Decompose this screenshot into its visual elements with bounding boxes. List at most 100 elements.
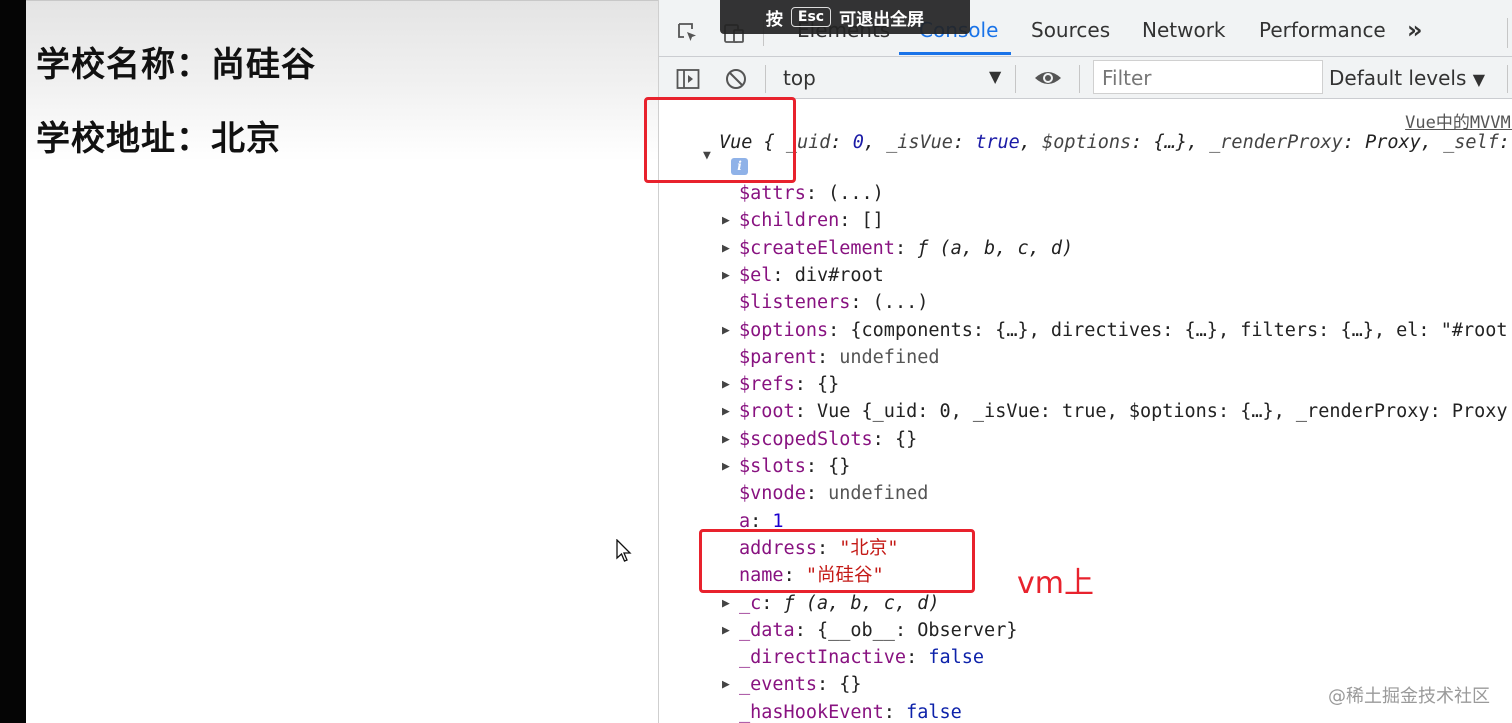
clear-console-icon[interactable] — [723, 66, 749, 92]
console-prop-row[interactable]: ▶ $children: [] — [722, 207, 884, 234]
live-expression-eye-icon[interactable] — [1033, 65, 1063, 91]
prop-key: $refs — [739, 374, 795, 396]
console-prop-row[interactable]: ▶ $refs: {} — [722, 371, 840, 398]
toolbar-separator-2 — [1015, 65, 1016, 93]
summary-val-uid: 0 — [852, 132, 864, 153]
console-prop-row[interactable]: ▶ _data: {__ob__: Observer} — [722, 617, 1018, 644]
prop-value: {} — [839, 674, 862, 696]
prop-key: $options — [739, 319, 829, 341]
context-selector[interactable]: top — [783, 66, 816, 90]
prop-key: $el — [739, 264, 773, 286]
highlight-box-data-props — [699, 529, 975, 593]
prop-colon: : — [805, 183, 829, 204]
prop-key: _c — [739, 592, 762, 614]
console-prop-row: $attrs: (...) — [739, 180, 884, 207]
prop-key: _hasHookEvent — [739, 701, 884, 723]
console-prop-row[interactable]: ▶ $options: {components: {…}, directives:… — [722, 317, 1508, 344]
school-name-heading: 学校名称：尚硅谷 — [36, 45, 316, 85]
inspect-element-icon[interactable] — [675, 20, 701, 46]
console-output: Vue中的MVVM. ▼ Vue { _uid: 0, _isVue: true… — [659, 100, 1512, 723]
prop-colon: : — [794, 374, 817, 396]
prop-value: div#root — [794, 264, 884, 286]
sidebar-toggle-icon[interactable] — [675, 66, 701, 92]
toolbar-separator — [765, 65, 766, 93]
expand-caret-icon[interactable]: ▶ — [722, 235, 730, 262]
source-file-link[interactable]: Vue中的MVVM. — [1405, 108, 1512, 133]
prop-colon: : — [805, 456, 829, 477]
prop-value: undefined — [828, 483, 929, 505]
console-prop-row: _hasHookEvent: false — [739, 699, 962, 723]
prop-value: undefined — [839, 346, 940, 368]
expand-caret-icon[interactable]: ▶ — [722, 426, 730, 453]
prop-value: (...) — [872, 292, 929, 314]
summary-key-self: _self — [1443, 132, 1499, 153]
summary-key-renderproxy: _renderProxy — [1209, 132, 1343, 153]
prop-colon: : — [906, 647, 929, 669]
prop-value: [] — [861, 210, 884, 232]
expand-caret-icon[interactable]: ▶ — [722, 617, 730, 644]
prop-value: (...) — [828, 183, 884, 204]
prop-key: $scopedSlots — [739, 428, 873, 450]
highlight-box-vue-object — [644, 97, 796, 183]
fullscreen-esc-banner: 按 Esc 可退出全屏 — [720, 0, 970, 34]
console-prop-row[interactable]: ▶ _events: {} — [722, 671, 862, 698]
prop-value: {} — [894, 428, 918, 450]
annotation-vm-label: vm上 — [1017, 566, 1094, 601]
tabbar-right-separator — [1507, 18, 1508, 48]
expand-caret-icon[interactable]: ▶ — [722, 398, 730, 425]
rendered-page: 学校名称：尚硅谷 学校地址：北京 — [26, 0, 658, 723]
expand-caret-icon[interactable]: ▶ — [722, 371, 730, 398]
prop-colon: : — [794, 619, 817, 641]
expand-caret-icon[interactable]: ▶ — [722, 317, 730, 344]
tab-sources[interactable]: Sources — [1031, 18, 1110, 42]
esc-banner-suffix: 可退出全屏 — [839, 9, 925, 30]
prop-value: {} — [816, 374, 840, 396]
prop-colon: : — [816, 346, 840, 368]
tab-performance[interactable]: Performance — [1259, 18, 1386, 42]
prop-colon: : — [828, 319, 851, 341]
vue-object-summary[interactable]: Vue { _uid: 0, _isVue: true, $options: {… — [719, 132, 1510, 153]
prop-key: _data — [739, 619, 795, 641]
prop-key: $parent — [739, 346, 817, 368]
prop-key: $root — [739, 401, 795, 423]
active-tab-underline — [899, 52, 1011, 55]
toolbar-right-separator — [1507, 65, 1508, 93]
console-prop-row[interactable]: ▶ $el: div#root — [722, 262, 884, 289]
prop-colon: : — [761, 592, 784, 614]
prop-key: $children — [739, 210, 840, 232]
console-prop-row[interactable]: ▶ $createElement: ƒ (a, b, c, d) — [722, 235, 1073, 262]
prop-value: ƒ (a, b, c, d) — [783, 592, 940, 614]
expand-caret-icon[interactable]: ▶ — [722, 590, 730, 617]
filter-input[interactable]: Filter — [1093, 60, 1323, 94]
prop-key: $slots — [739, 456, 806, 477]
context-dropdown-caret-icon[interactable]: ▼ — [989, 67, 1001, 86]
log-levels-dropdown[interactable]: Default levels ▼ — [1329, 66, 1485, 90]
console-prop-row[interactable]: ▶ _c: ƒ (a, b, c, d) — [722, 590, 940, 617]
console-toolbar: top ▼ Filter Default levels ▼ — [659, 57, 1512, 99]
prop-colon: : — [772, 264, 795, 286]
expand-caret-icon[interactable]: ▶ — [722, 671, 730, 698]
expand-caret-icon[interactable]: ▶ — [722, 262, 730, 289]
toolbar-separator-3 — [1079, 65, 1080, 93]
console-prop-row[interactable]: ▶ $root: Vue {_uid: 0, _isVue: true, $opt… — [722, 398, 1508, 425]
expand-caret-icon[interactable]: ▶ — [722, 207, 730, 234]
esc-key-badge: Esc — [790, 7, 832, 27]
console-prop-row: $vnode: undefined — [739, 480, 928, 507]
prop-value: {} — [828, 456, 851, 477]
filter-placeholder: Filter — [1102, 66, 1152, 90]
more-tabs-chevron-icon[interactable]: » — [1407, 16, 1423, 44]
expand-caret-icon[interactable]: ▶ — [722, 453, 730, 480]
prop-colon: : — [894, 237, 918, 259]
prop-value: {components: {…}, directives: {…}, filte… — [850, 319, 1508, 341]
console-prop-row[interactable]: ▶ $slots: {} — [722, 453, 851, 480]
prop-colon: : — [794, 401, 817, 423]
prop-colon: : — [872, 428, 895, 450]
prop-colon: : — [850, 292, 873, 314]
console-prop-row[interactable]: ▶ $scopedSlots: {} — [722, 426, 918, 453]
prop-value: false — [906, 701, 962, 723]
tab-network[interactable]: Network — [1142, 18, 1226, 42]
prop-key: $createElement — [739, 237, 895, 259]
prop-value: false — [928, 647, 985, 669]
prop-value: {__ob__: Observer} — [816, 619, 1018, 641]
esc-banner-prefix: 按 — [765, 9, 783, 30]
